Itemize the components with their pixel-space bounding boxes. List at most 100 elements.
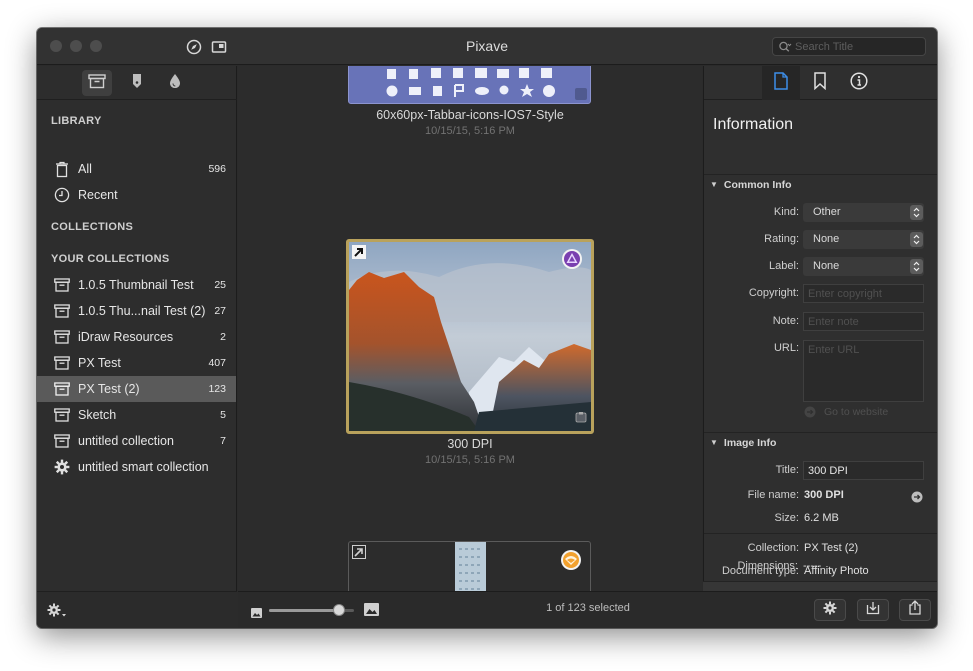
divider — [704, 533, 937, 534]
zoom-slider-track[interactable] — [269, 604, 354, 616]
bookmark-icon — [813, 71, 827, 95]
tab-info[interactable] — [840, 66, 878, 100]
info-icon — [850, 71, 868, 95]
sidebar-item-label: All — [78, 162, 92, 176]
tab-information[interactable] — [762, 66, 800, 100]
filename-value: 300 DPI — [804, 489, 844, 501]
size-label: Size: — [774, 512, 799, 524]
image-grid[interactable]: 60x60px-Tabbar-icons-IOS7-Style 10/15/15… — [238, 66, 702, 591]
action-gear-button[interactable] — [814, 599, 846, 621]
title-bar: Pixave — [37, 28, 937, 65]
sidebar-item-all[interactable]: All 596 — [37, 156, 236, 182]
bottom-toolbar: 1 of 123 selected — [238, 591, 937, 628]
your-collections-header: YOUR COLLECTIONS — [51, 253, 170, 265]
small-image-icon[interactable] — [251, 605, 262, 623]
import-button[interactable] — [857, 599, 889, 621]
reveal-in-finder-icon[interactable] — [911, 490, 923, 508]
alias-arrow-icon — [352, 545, 366, 564]
tab-library[interactable] — [82, 70, 112, 96]
sidebar: LIBRARY All 596 Recent COLLECTIONS YOUR … — [37, 66, 237, 628]
sidebar-item-smart-collection[interactable]: untitled smart collection — [37, 454, 236, 480]
sidebar-item-collection[interactable]: PX Test 407 — [37, 350, 236, 376]
item-count: 2 — [220, 331, 226, 343]
sidebar-item-collection[interactable]: Sketch 5 — [37, 402, 236, 428]
sidebar-item-collection[interactable]: iDraw Resources 2 — [37, 324, 236, 350]
sidebar-item-collection[interactable]: 1.0.5 Thu...nail Test (2) 27 — [37, 298, 236, 324]
share-icon — [908, 600, 922, 620]
url-field[interactable] — [803, 340, 924, 402]
zoom-slider-thumb[interactable] — [332, 604, 345, 616]
archive-box-icon — [53, 354, 71, 372]
url-label: URL: — [773, 342, 799, 354]
sidebar-item-collection-selected[interactable]: PX Test (2) 123 — [37, 376, 236, 402]
tab-bookmarks[interactable] — [801, 66, 839, 100]
up-down-arrows-icon — [910, 259, 923, 274]
search-input[interactable] — [795, 39, 923, 54]
app-window: Pixave Search Title LIBRARY All 596 Rece… — [37, 28, 937, 628]
thumbnail-caption: 300 DPI — [447, 437, 493, 451]
droplet-icon — [168, 73, 182, 94]
thumbnail-tabbar-icons[interactable] — [348, 66, 591, 104]
up-down-arrows-icon — [910, 205, 923, 220]
thumbnail-300-dpi-selected[interactable] — [346, 239, 594, 434]
zoom-slider-fill — [269, 609, 339, 612]
label-select[interactable]: None — [803, 257, 924, 276]
share-button[interactable] — [899, 599, 931, 621]
kind-label: Kind: — [773, 206, 799, 218]
affinity-designer-icon — [560, 549, 582, 576]
copyright-field[interactable] — [803, 284, 924, 303]
rating-value: None — [813, 233, 840, 245]
clock-icon — [53, 186, 71, 204]
sidebar-item-label: untitled smart collection — [78, 460, 209, 474]
thumbnail-partial[interactable] — [348, 541, 591, 591]
sidebar-item-collection[interactable]: untitled collection 7 — [37, 428, 236, 454]
disclosure-triangle-icon: ▼ — [710, 438, 718, 447]
search-field[interactable] — [772, 37, 926, 56]
label-value: None — [813, 260, 840, 272]
item-count: 123 — [208, 383, 226, 395]
dimensions-value: ----- — [803, 560, 822, 572]
filename-label: File name: — [747, 489, 799, 501]
sidebar-item-recent[interactable]: Recent — [37, 182, 236, 208]
sidebar-item-collection[interactable]: 1.0.5 Thumbnail Test 25 — [37, 272, 236, 298]
item-count: 27 — [214, 305, 226, 317]
large-image-icon[interactable] — [364, 603, 379, 621]
sidebar-item-label: Recent — [78, 188, 118, 202]
gear-icon — [823, 601, 837, 620]
inspector-tabs — [704, 66, 937, 100]
inspector-panel: Information ▼ Common Info Kind: Other Ra… — [703, 66, 937, 591]
alias-arrow-icon — [352, 245, 366, 264]
archive-box-icon — [53, 328, 71, 346]
archive-box-icon — [53, 432, 71, 450]
item-count: 7 — [220, 435, 226, 447]
note-field[interactable] — [803, 312, 924, 331]
kind-select[interactable]: Other — [803, 203, 924, 222]
rating-select[interactable]: None — [803, 230, 924, 249]
common-info-header[interactable]: ▼ Common Info — [704, 174, 937, 194]
selection-status: 1 of 123 selected — [546, 602, 630, 614]
label-label: Label: — [769, 260, 799, 272]
search-icon — [778, 40, 792, 54]
section-title: Common Info — [723, 178, 792, 191]
settings-menu-icon[interactable] — [47, 603, 69, 624]
title-field[interactable] — [803, 461, 924, 480]
sidebar-item-label: 1.0.5 Thumbnail Test — [78, 278, 194, 292]
tab-colors[interactable] — [160, 70, 190, 96]
el-capitan-image — [349, 242, 591, 431]
item-count: 25 — [214, 279, 226, 291]
tall-image-strip — [455, 542, 486, 591]
sidebar-footer — [37, 591, 237, 628]
size-value: 6.2 MB — [804, 512, 839, 524]
arrow-right-circle-icon — [804, 406, 816, 418]
archive-box-icon — [88, 73, 106, 94]
library-header: LIBRARY — [51, 115, 102, 127]
archive-box-icon — [53, 302, 71, 320]
image-info-header[interactable]: ▼ Image Info — [704, 432, 937, 452]
sidebar-item-label: PX Test — [78, 356, 121, 370]
go-to-website-link[interactable]: Go to website — [804, 406, 888, 418]
inspector-footer-strip — [703, 581, 937, 591]
tag-icon — [130, 73, 144, 94]
sidebar-item-label: iDraw Resources — [78, 330, 174, 344]
tab-tags[interactable] — [122, 70, 152, 96]
thumbnail-caption: 60x60px-Tabbar-icons-IOS7-Style — [376, 108, 564, 122]
